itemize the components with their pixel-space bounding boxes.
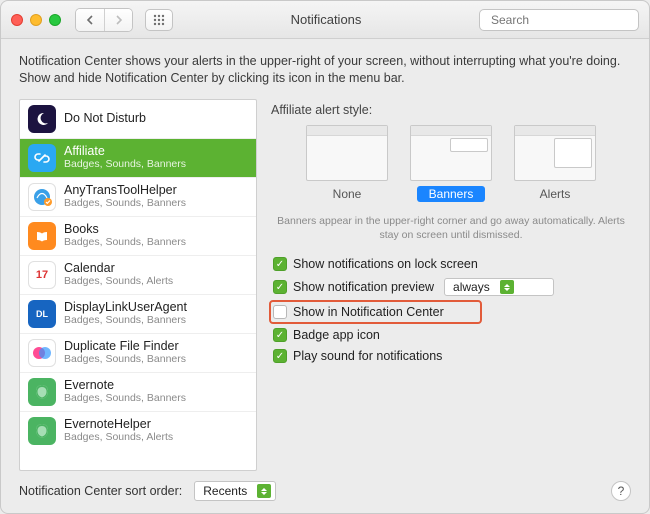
option-row: ✓ Badge app icon <box>271 327 631 343</box>
any-icon <box>28 183 56 211</box>
options-list: ✓ Show notifications on lock screen ✓ Show … <box>271 256 631 364</box>
option-label: Show notification preview <box>293 280 434 294</box>
app-name: AnyTransToolHelper <box>64 184 186 198</box>
detail-panel: Affiliate alert style: None Banners Alerts… <box>271 99 631 471</box>
footer: Notification Center sort order: Recents … <box>19 471 631 501</box>
style-preview <box>306 125 388 181</box>
option-label: Show in Notification Center <box>293 305 444 319</box>
alert-style-alerts[interactable]: Alerts <box>514 125 596 202</box>
app-sub: Badges, Sounds, Banners <box>64 198 186 210</box>
style-note: Banners appear in the upper-right corner… <box>275 214 627 242</box>
minimize-button[interactable] <box>30 14 42 26</box>
popup-arrows-icon <box>257 484 271 498</box>
app-name: Affiliate <box>64 145 186 159</box>
app-row[interactable]: BooksBadges, Sounds, Banners <box>20 217 256 256</box>
sort-order-popup[interactable]: Recents <box>194 481 276 501</box>
app-name: Calendar <box>64 262 173 276</box>
option-row: ✓ Play sound for notifications <box>271 348 631 364</box>
preview-popup[interactable]: always <box>444 278 554 296</box>
app-sub: Badges, Sounds, Banners <box>64 237 186 249</box>
checkbox[interactable]: ✓ <box>273 328 287 342</box>
app-name: Evernote <box>64 379 186 393</box>
checkbox[interactable]: ✓ <box>273 349 287 363</box>
app-sub: Badges, Sounds, Alerts <box>64 276 173 288</box>
app-sub: Badges, Sounds, Banners <box>64 354 186 366</box>
content: Notification Center shows your alerts in… <box>1 39 649 513</box>
app-name: Duplicate File Finder <box>64 340 186 354</box>
app-name: DisplayLinkUserAgent <box>64 301 187 315</box>
books-icon <box>28 222 56 250</box>
app-list[interactable]: Do Not DisturbAffiliateBadges, Sounds, B… <box>19 99 257 471</box>
checkbox[interactable]: ✓ <box>273 280 287 294</box>
close-button[interactable] <box>11 14 23 26</box>
sort-label: Notification Center sort order: <box>19 484 182 498</box>
forward-button[interactable] <box>104 9 132 31</box>
help-button[interactable]: ? <box>611 481 631 501</box>
option-row: ✓ Show notification preview always <box>271 277 631 297</box>
option-label: Play sound for notifications <box>293 349 442 363</box>
ev-icon <box>28 417 56 445</box>
checkbox[interactable]: ✓ <box>273 257 287 271</box>
dup-icon <box>28 339 56 367</box>
style-label: Alerts <box>528 186 583 202</box>
style-label: None <box>321 186 374 202</box>
intro-text: Notification Center shows your alerts in… <box>19 53 631 87</box>
show-all-button[interactable] <box>145 9 173 31</box>
moon-icon <box>28 105 56 133</box>
dl-icon: DL <box>28 300 56 328</box>
checkbox[interactable] <box>273 305 287 319</box>
app-row[interactable]: AffiliateBadges, Sounds, Banners <box>20 139 256 178</box>
ev-icon <box>28 378 56 406</box>
option-label: Show notifications on lock screen <box>293 257 478 271</box>
back-button[interactable] <box>76 9 104 31</box>
zoom-button[interactable] <box>49 14 61 26</box>
link-icon <box>28 144 56 172</box>
search-input[interactable] <box>491 13 646 27</box>
search-field[interactable] <box>479 9 639 31</box>
alert-style-banners[interactable]: Banners <box>410 125 492 202</box>
style-preview <box>514 125 596 181</box>
app-row[interactable]: Duplicate File FinderBadges, Sounds, Ban… <box>20 334 256 373</box>
popup-arrows-icon <box>500 280 514 294</box>
app-row[interactable]: DL DisplayLinkUserAgentBadges, Sounds, Ba… <box>20 295 256 334</box>
style-label: Banners <box>417 186 486 202</box>
option-label: Badge app icon <box>293 328 380 342</box>
titlebar: Notifications <box>1 1 649 39</box>
style-heading: Affiliate alert style: <box>271 103 631 117</box>
app-row[interactable]: EvernoteBadges, Sounds, Banners <box>20 373 256 412</box>
option-row: Show in Notification Center <box>271 302 480 322</box>
cal-icon: 17 <box>28 261 56 289</box>
app-name: Books <box>64 223 186 237</box>
option-row: ✓ Show notifications on lock screen <box>271 256 631 272</box>
app-sub: Badges, Sounds, Alerts <box>64 432 173 444</box>
window-controls <box>11 14 61 26</box>
app-row[interactable]: AnyTransToolHelperBadges, Sounds, Banner… <box>20 178 256 217</box>
window-title: Notifications <box>183 12 469 27</box>
app-name: Do Not Disturb <box>64 112 146 126</box>
style-preview <box>410 125 492 181</box>
sort-order-value: Recents <box>203 484 247 498</box>
alert-style-none[interactable]: None <box>306 125 388 202</box>
app-name: EvernoteHelper <box>64 418 173 432</box>
alert-styles: None Banners Alerts <box>271 125 631 202</box>
app-row[interactable]: 17 CalendarBadges, Sounds, Alerts <box>20 256 256 295</box>
app-sub: Badges, Sounds, Banners <box>64 315 187 327</box>
app-sub: Badges, Sounds, Banners <box>64 159 186 171</box>
app-row[interactable]: EvernoteHelperBadges, Sounds, Alerts <box>20 412 256 450</box>
app-sub: Badges, Sounds, Banners <box>64 393 186 405</box>
nav-segment <box>75 8 133 32</box>
preview-value: always <box>453 280 490 294</box>
app-row[interactable]: Do Not Disturb <box>20 100 256 139</box>
